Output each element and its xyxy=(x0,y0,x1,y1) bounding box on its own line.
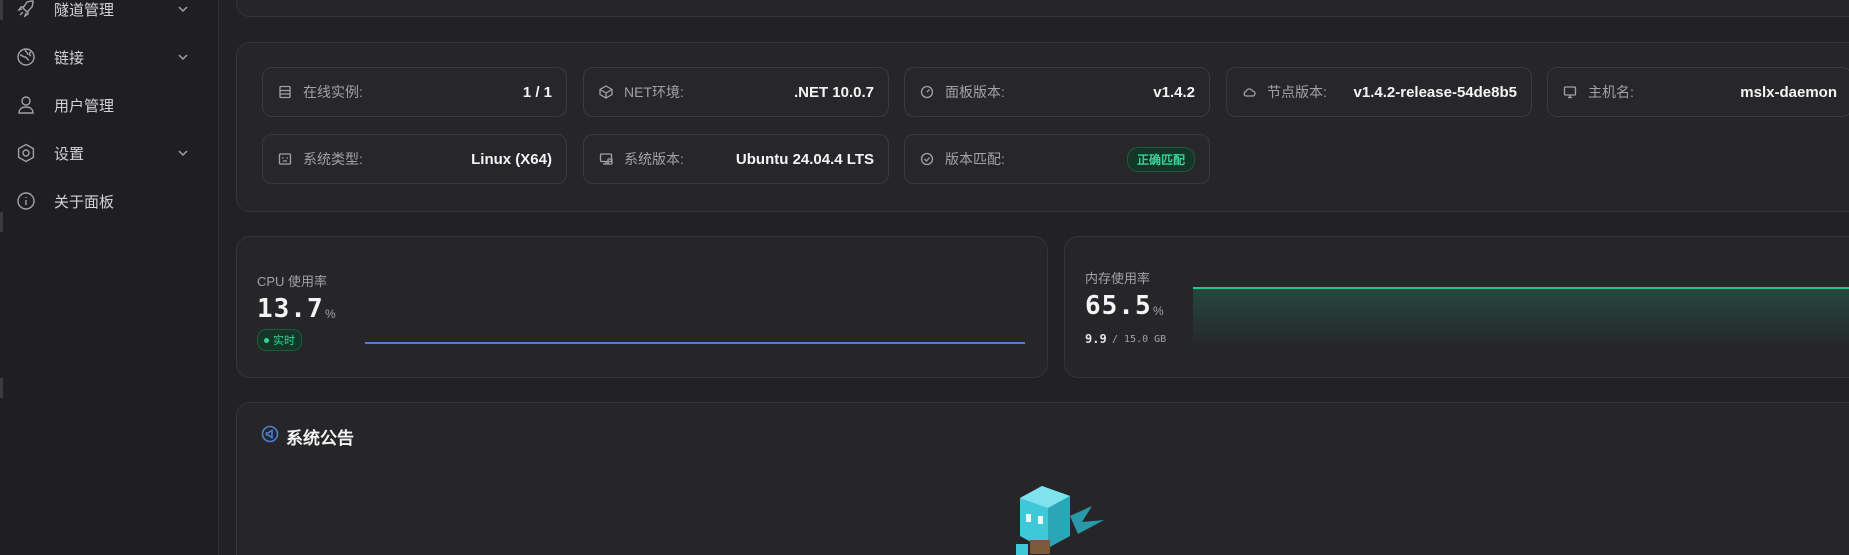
check-circle-icon xyxy=(919,151,935,167)
sidebar-item-label: 关于面板 xyxy=(54,193,115,211)
panel-version-value: v1.4.2 xyxy=(1153,83,1195,101)
hostname-value: mslx-daemon xyxy=(1740,83,1837,101)
sidebar-item-tunnels[interactable]: 隧道管理 xyxy=(0,0,219,29)
live-badge: 实时 xyxy=(257,329,302,351)
top-card xyxy=(236,0,1849,17)
memory-value: 65.5 xyxy=(1085,291,1152,321)
memory-used: 9.9 xyxy=(1085,332,1107,346)
cpu-label: CPU 使用率 xyxy=(257,274,328,289)
code-box-icon xyxy=(598,84,614,100)
info-node-version: 节点版本: v1.4.2-release-54de8b5 xyxy=(1226,67,1532,117)
memory-area-chart xyxy=(1193,287,1849,347)
megaphone-icon xyxy=(261,425,279,443)
system-info-card: 在线实例: 1 / 1 NET环境: .NET 10.0.7 面板版本: v1.… xyxy=(236,42,1849,212)
notice-title: 系统公告 xyxy=(286,429,354,448)
live-dot xyxy=(264,337,269,343)
rocket-icon xyxy=(16,0,36,19)
gauge-icon xyxy=(919,84,935,100)
info-icon xyxy=(16,191,36,211)
chevron-down-icon xyxy=(176,2,190,16)
info-hostname: 主机名: mslx-daemon xyxy=(1547,67,1849,117)
info-online-instances: 在线实例: 1 / 1 xyxy=(262,67,567,117)
sidebar: 隧道管理 链接 用户管理 设置 关于面板 xyxy=(0,0,219,555)
sidebar-item-about[interactable]: 关于面板 xyxy=(0,181,219,221)
info-panel-version: 面板版本: v1.4.2 xyxy=(904,67,1210,117)
info-os-version: 系统版本: Ubuntu 24.04.4 LTS xyxy=(583,134,889,184)
sidebar-item-label: 用户管理 xyxy=(54,97,115,115)
sidebar-marker xyxy=(0,378,3,398)
sidebar-item-label: 隧道管理 xyxy=(54,1,115,19)
os-type-value: Linux (X64) xyxy=(471,150,552,168)
cpu-value: 13.7 xyxy=(257,294,324,324)
net-env-value: .NET 10.0.7 xyxy=(793,83,874,101)
monitor-icon xyxy=(1562,84,1578,100)
memory-area xyxy=(1193,287,1849,347)
cpu-card: CPU 使用率 13.7 % 实时 xyxy=(236,236,1048,378)
os-version-value: Ubuntu 24.04.4 LTS xyxy=(735,150,874,168)
cpu-sparkline xyxy=(365,342,1025,344)
online-instances-value: 1 / 1 xyxy=(522,83,552,101)
cpu-unit: % xyxy=(325,307,336,321)
memory-card: 内存使用率 65.5 % 9.9 / 15.0 GB xyxy=(1064,236,1849,378)
terminal-icon xyxy=(277,151,293,167)
sidebar-item-users[interactable]: 用户管理 xyxy=(0,85,219,125)
chevron-down-icon xyxy=(176,50,190,64)
memory-unit: % xyxy=(1153,304,1164,318)
mascot-image xyxy=(1016,486,1104,555)
sidebar-item-links[interactable]: 链接 xyxy=(0,37,219,77)
info-net-env: NET环境: .NET 10.0.7 xyxy=(583,67,889,117)
desktop-icon xyxy=(598,151,614,167)
version-match-badge: 正确匹配 xyxy=(1126,146,1195,172)
live-badge-label: 实时 xyxy=(273,335,295,347)
chevron-down-icon xyxy=(176,146,190,160)
user-icon xyxy=(16,95,36,115)
info-version-match: 版本匹配: 正确匹配 xyxy=(904,134,1210,184)
memory-label: 内存使用率 xyxy=(1085,271,1151,286)
sidebar-item-label: 链接 xyxy=(54,49,85,67)
info-os-type: 系统类型: Linux (X64) xyxy=(262,134,567,184)
cloud-icon xyxy=(1241,84,1257,100)
node-version-value: v1.4.2-release-54de8b5 xyxy=(1353,83,1517,101)
server-icon xyxy=(277,84,293,100)
sidebar-item-label: 设置 xyxy=(54,145,85,163)
sidebar-item-settings[interactable]: 设置 xyxy=(0,133,219,173)
gear-icon xyxy=(16,143,36,163)
link-globe-icon xyxy=(16,47,36,67)
memory-total: / 15.0 GB xyxy=(1112,334,1167,345)
